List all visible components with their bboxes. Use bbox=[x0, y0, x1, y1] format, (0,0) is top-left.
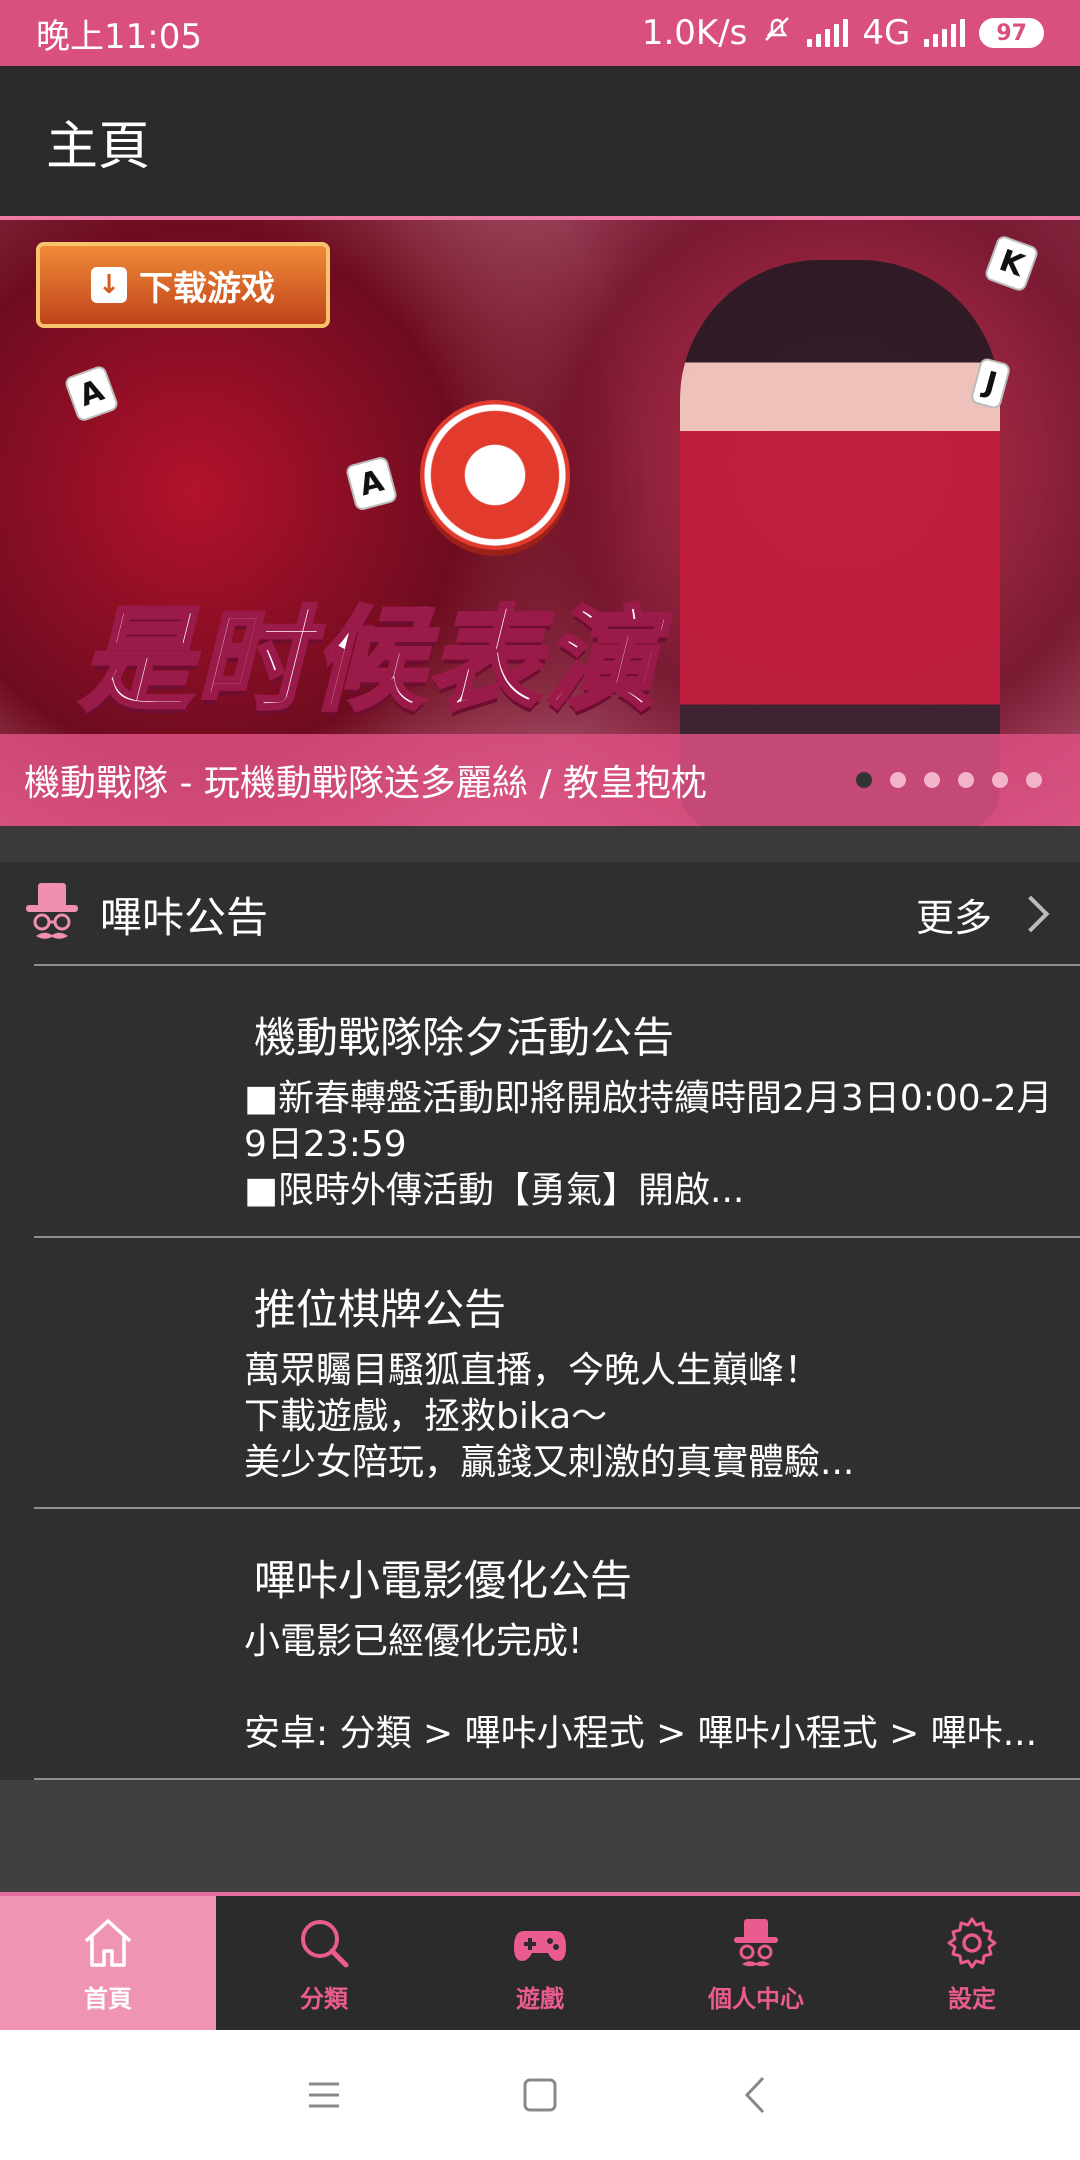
battery-icon: 97 bbox=[979, 18, 1044, 48]
download-game-label: 下载游戏 bbox=[139, 268, 275, 309]
home-icon bbox=[84, 1918, 132, 1967]
nav-settings-label: 設定 bbox=[948, 1984, 996, 2013]
announcement-item[interactable]: 嗶咔小電影優化公告 小電影已經優化完成! 安卓: 分類 > 嗶咔小程式 > 嗶咔… bbox=[0, 1509, 1080, 1779]
section-divider bbox=[0, 826, 1080, 862]
carousel-dot[interactable] bbox=[924, 772, 940, 788]
promo-banner[interactable]: A A K J ↓ 下载游戏 是时候表演 機動戰隊 - 玩機動戰隊送多麗絲 / … bbox=[0, 216, 1080, 826]
network-speed: 1.0K/s bbox=[641, 13, 748, 53]
announcement-title: 嗶咔公告 bbox=[100, 892, 269, 942]
nav-categories[interactable]: 分類 bbox=[216, 1896, 432, 2030]
home-square-icon[interactable] bbox=[517, 2072, 563, 2118]
nav-profile[interactable]: 個人中心 bbox=[648, 1896, 864, 2030]
carousel-dot[interactable] bbox=[958, 772, 974, 788]
profile-icon bbox=[734, 1918, 778, 1966]
nav-categories-label: 分類 bbox=[300, 1984, 348, 2013]
nav-games[interactable]: 遊戲 bbox=[432, 1896, 648, 2030]
nav-home-label: 首頁 bbox=[84, 1984, 132, 2013]
announcement-item-body: 萬眾矚目騷狐直播，今晚人生巔峰！ 下載遊戲，拯救bika～ 美少女陪玩，贏錢又刺… bbox=[244, 1350, 855, 1483]
announcement-item[interactable]: 推位棋牌公告 萬眾矚目騷狐直播，今晚人生巔峰！ 下載遊戲，拯救bika～ 美少女… bbox=[0, 1238, 1080, 1508]
announcement-header: 嗶咔公告 更多 bbox=[0, 862, 1080, 966]
carousel-dot[interactable] bbox=[856, 772, 872, 788]
status-bar: 晚上11:05 1.0K/s 4G 97 bbox=[0, 0, 1080, 66]
poker-chip-image bbox=[420, 400, 570, 550]
app-bar: 主頁 bbox=[0, 66, 1080, 216]
carousel-dot[interactable] bbox=[1026, 772, 1042, 788]
banner-headline: 是时候表演 bbox=[78, 594, 660, 728]
announcement-item-title: 機動戰隊除夕活動公告 bbox=[254, 1013, 675, 1062]
bottom-navigation: 首頁 分類 遊戲 個人中心 設定 bbox=[0, 1892, 1080, 2030]
signal-icon-2 bbox=[924, 19, 966, 47]
download-icon: ↓ bbox=[91, 267, 127, 303]
chevron-right-icon[interactable] bbox=[1012, 895, 1050, 933]
announcement-item-title: 嗶咔小電影優化公告 bbox=[254, 1556, 633, 1605]
carousel-dot[interactable] bbox=[890, 772, 906, 788]
banner-caption: 機動戰隊 - 玩機動戰隊送多麗絲 / 教皇抱枕 bbox=[24, 763, 707, 804]
carousel-dot[interactable] bbox=[992, 772, 1008, 788]
system-navigation-bar bbox=[0, 2030, 1080, 2160]
announcement-item-body: 小電影已經優化完成! 安卓: 分類 > 嗶咔小程式 > 嗶咔小程式 > 嗶咔..… bbox=[244, 1621, 1038, 1754]
gamepad-icon bbox=[514, 1930, 566, 1961]
gear-icon bbox=[947, 1917, 997, 1968]
status-indicators: 1.0K/s 4G 97 bbox=[642, 13, 1044, 54]
more-link[interactable]: 更多 bbox=[916, 887, 992, 942]
announcement-item[interactable]: 機動戰隊除夕活動公告 ■新春轉盤活動即將開啟持續時間2月3日0:00-2月9日2… bbox=[0, 966, 1080, 1236]
banner-caption-bar: 機動戰隊 - 玩機動戰隊送多麗絲 / 教皇抱枕 bbox=[0, 734, 1080, 826]
content-bottom-spacer bbox=[0, 1780, 1080, 1892]
download-game-button[interactable]: ↓ 下载游戏 bbox=[36, 242, 330, 328]
menu-icon[interactable] bbox=[301, 2072, 347, 2118]
nav-settings[interactable]: 設定 bbox=[864, 1896, 1080, 2030]
status-time: 晚上11:05 bbox=[36, 16, 202, 57]
hat-mustache-icon bbox=[24, 881, 80, 947]
announcement-item-body: ■新春轉盤活動即將開啟持續時間2月3日0:00-2月9日23:59 ■限時外傳活… bbox=[244, 1078, 1053, 1211]
announcement-item-title: 推位棋牌公告 bbox=[254, 1285, 507, 1334]
mute-bell-icon bbox=[761, 13, 793, 54]
nav-profile-label: 個人中心 bbox=[708, 1984, 804, 2013]
carousel-indicator[interactable] bbox=[856, 772, 1042, 788]
search-icon bbox=[301, 1919, 349, 1967]
nav-home[interactable]: 首頁 bbox=[0, 1896, 216, 2030]
back-icon[interactable] bbox=[733, 2072, 779, 2118]
page-title: 主頁 bbox=[46, 116, 151, 177]
nav-games-label: 遊戲 bbox=[516, 1984, 564, 2013]
network-type: 4G bbox=[862, 13, 911, 53]
signal-icon bbox=[807, 19, 849, 47]
